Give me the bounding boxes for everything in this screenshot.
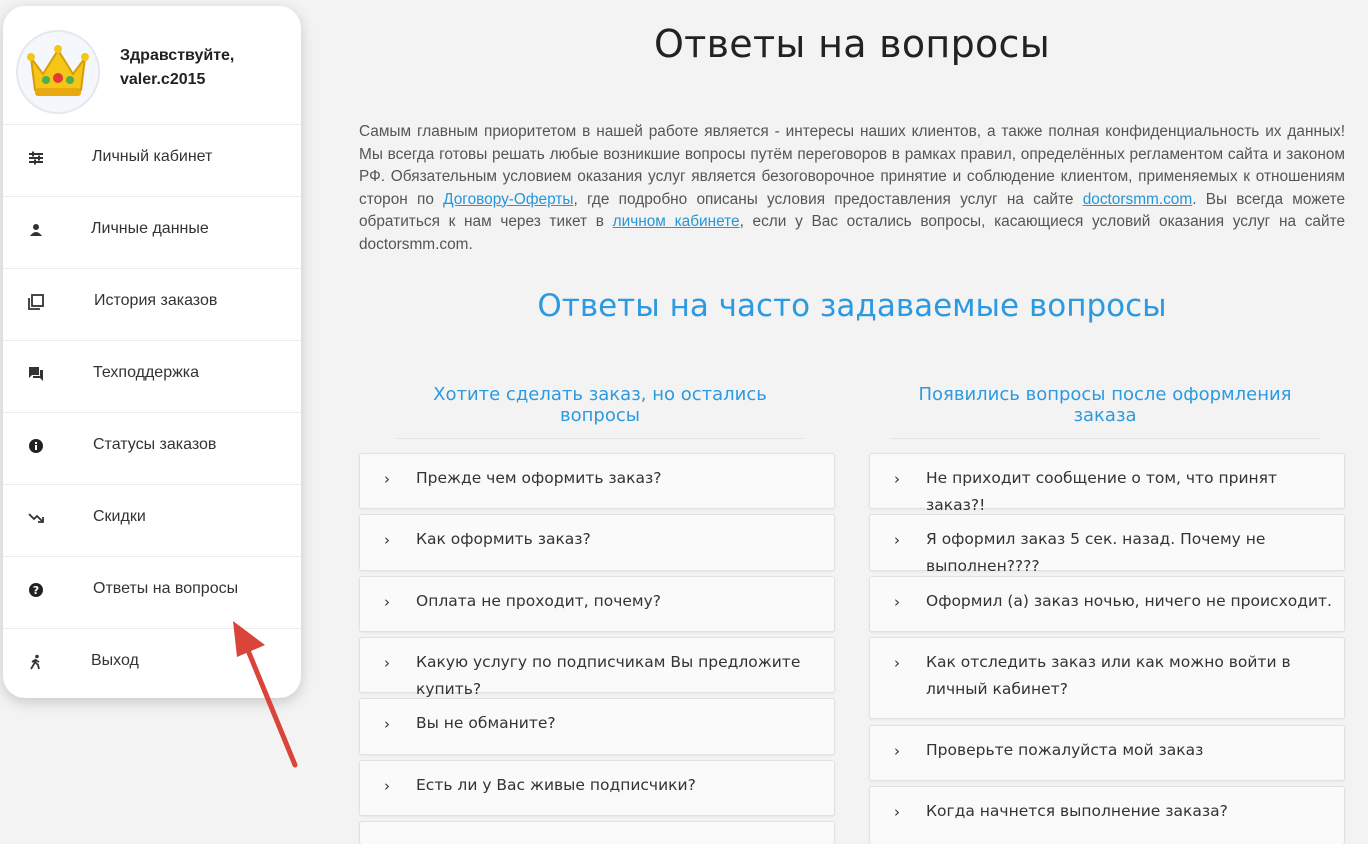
chevron-right-icon: › [384, 593, 390, 611]
sidebar-item-order-statuses[interactable]: Статусы заказов [3, 412, 301, 484]
chevron-right-icon: › [894, 742, 900, 760]
sidebar-item-label: Статусы заказов [93, 436, 217, 453]
intro-text: Самым главным приоритетом в нашей работе… [359, 121, 1345, 256]
chat-icon [28, 366, 44, 382]
question-text: Какую услугу по подписчикам Вы предложит… [416, 653, 801, 698]
sidebar-item-label: Личный кабинет [92, 148, 213, 165]
question-text: Вы не обманите? [416, 714, 556, 732]
sidebar-item-label: История заказов [94, 292, 218, 309]
sliders-icon [28, 150, 44, 166]
question-text: Не приходит сообщение о том, что принят … [926, 469, 1278, 514]
chevron-right-icon: › [894, 654, 900, 672]
page-title: Ответы на вопросы [653, 22, 1051, 66]
faq-question-item[interactable]: › Когда начнется выполнение заказа? [869, 786, 1345, 844]
sidebar-item-discounts[interactable]: Скидки [3, 484, 301, 556]
sidebar-item-label: Техподдержка [93, 364, 200, 381]
sidebar-item-support[interactable]: Техподдержка [3, 340, 301, 412]
offer-agreement-link[interactable]: Договору-Оферты [443, 191, 573, 208]
question-text: Когда начнется выполнение заказа? [926, 802, 1228, 820]
chevron-right-icon: › [384, 531, 390, 549]
faq-question-item[interactable]: › Не приходит сообщение о том, что приня… [869, 453, 1345, 514]
sidebar-item-label: Ответы на вопросы [93, 580, 239, 597]
annotation-arrow [233, 621, 298, 768]
question-text: Проверьте пожалуйста мой заказ [926, 741, 1204, 759]
faq-question-item[interactable]: › Какую услугу по подписчикам Вы предлож… [359, 637, 835, 698]
question-text: Я оформил заказ 5 сек. назад. Почему не … [926, 530, 1266, 575]
faq-question-item[interactable]: › Как оформить заказ? [359, 514, 835, 571]
question-text: Есть ли у Вас живые подписчики? [416, 776, 696, 794]
sidebar-item-label: Личные данные [91, 220, 209, 237]
faq-question-item[interactable]: › Как отследить заказ или как можно войт… [869, 637, 1345, 719]
chevron-right-icon: › [384, 777, 390, 795]
faq-question-item[interactable] [359, 821, 835, 844]
faq-question-item[interactable]: › Прежде чем оформить заказ? [359, 453, 835, 509]
faq-question-item[interactable]: › Оплата не проходит, почему? [359, 576, 835, 632]
question-text: Прежде чем оформить заказ? [416, 469, 662, 487]
right-column-title: Появились вопросы после оформления заказ… [890, 384, 1320, 439]
person-icon [28, 222, 44, 238]
trending-down-icon [28, 510, 44, 526]
sidebar-item-label: Скидки [93, 508, 146, 525]
chevron-right-icon: › [894, 593, 900, 611]
chevron-right-icon: › [384, 654, 390, 672]
chevron-right-icon: › [894, 803, 900, 821]
faq-question-item[interactable]: › Вы не обманите? [359, 698, 835, 755]
question-text: Как оформить заказ? [416, 530, 591, 548]
svg-text:?: ? [33, 584, 39, 597]
question-text: Как отследить заказ или как можно войти … [926, 653, 1291, 698]
help-icon: ? [28, 582, 44, 598]
question-text: Оформил (а) заказ ночью, ничего не проис… [926, 592, 1332, 610]
sidebar-item-personal-data[interactable]: Личные данные [3, 196, 301, 268]
chevron-right-icon: › [384, 715, 390, 733]
faq-title: Ответы на часто задаваемые вопросы [537, 288, 1167, 324]
intro-part: , где подробно описаны условия предостав… [573, 190, 1083, 208]
left-column-title: Хотите сделать заказ, но остались вопрос… [395, 384, 805, 439]
sidebar-item-dashboard[interactable]: Личный кабинет [3, 124, 301, 196]
faq-question-item[interactable]: › Я оформил заказ 5 сек. назад. Почему н… [869, 514, 1345, 575]
sidebar-item-label: Выход [91, 652, 139, 669]
chevron-right-icon: › [894, 531, 900, 549]
faq-question-item[interactable]: › Есть ли у Вас живые подписчики? [359, 760, 835, 816]
question-text: Оплата не проходит, почему? [416, 592, 661, 610]
sidebar-item-order-history[interactable]: История заказов [3, 268, 301, 340]
faq-question-item[interactable]: › Оформил (а) заказ ночью, ничего не про… [869, 576, 1345, 632]
sidebar-menu: Личный кабинет Личные данные История зак… [3, 124, 301, 698]
walk-icon [28, 654, 44, 670]
faq-question-item[interactable]: › Проверьте пожалуйста мой заказ [869, 725, 1345, 781]
personal-cabinet-link[interactable]: личном кабинете [613, 213, 740, 230]
chevron-right-icon: › [894, 470, 900, 488]
sidebar: Здравствуйте, valer.c2015 Личный кабинет… [3, 6, 301, 698]
library-icon [28, 294, 44, 310]
info-icon [28, 438, 44, 454]
username: valer.c2015 [120, 71, 206, 88]
site-link[interactable]: doctorsmm.com [1083, 191, 1192, 208]
chevron-right-icon: › [384, 470, 390, 488]
